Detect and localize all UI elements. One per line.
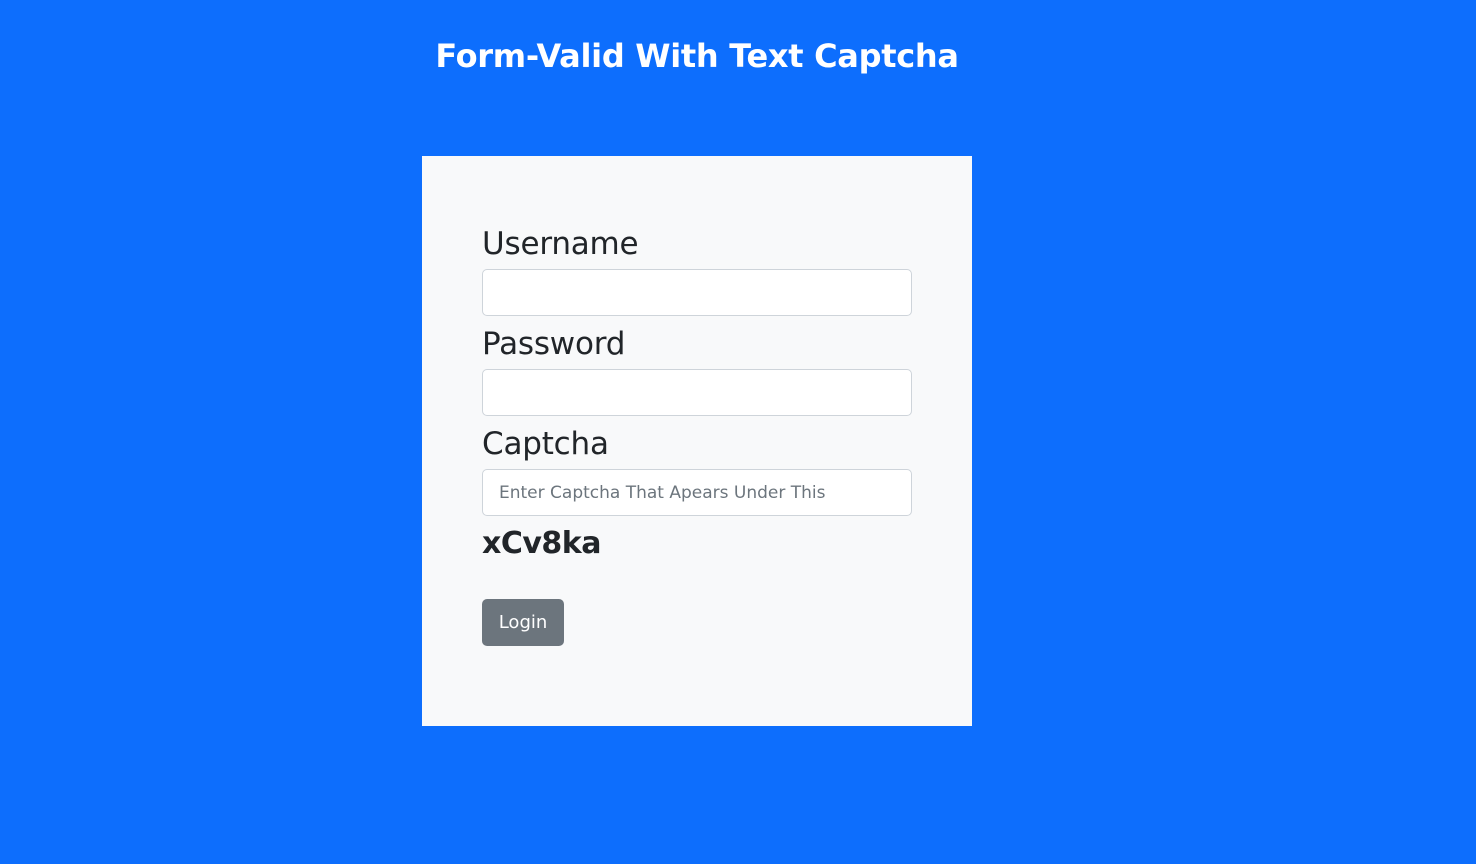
captcha-code: xCv8ka (482, 526, 602, 561)
login-form-card: Username Password Captcha xCv8ka Login (422, 156, 972, 726)
password-label: Password (482, 326, 626, 362)
username-input[interactable] (482, 269, 912, 316)
captcha-input[interactable] (482, 469, 912, 516)
captcha-label: Captcha (482, 426, 609, 462)
password-input[interactable] (482, 369, 912, 416)
page: Form-Valid With Text Captcha Username Pa… (0, 0, 1476, 864)
login-button[interactable]: Login (482, 599, 564, 646)
username-label: Username (482, 226, 639, 262)
page-title: Form-Valid With Text Captcha (435, 37, 959, 75)
